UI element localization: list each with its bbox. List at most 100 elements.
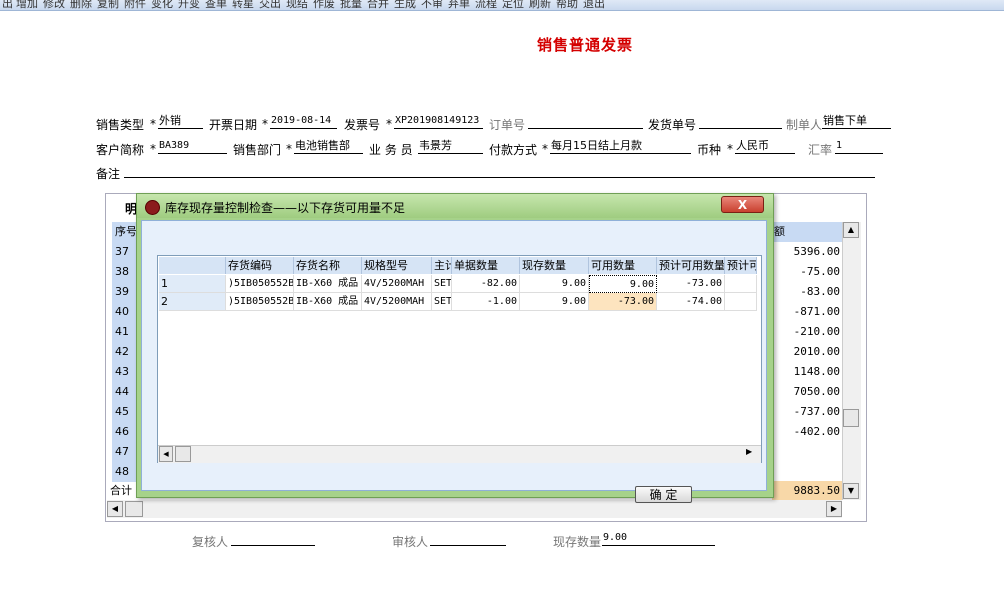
scroll-thumb[interactable] [125,501,143,517]
row-number: 41 [112,322,138,342]
table-cell[interactable]: )5IB050552B [226,275,294,293]
grid-horizontal-scrollbar[interactable]: ◀ ▶ [107,500,842,518]
table-cell[interactable]: -1.00 [452,293,520,311]
table-cell[interactable] [725,275,757,293]
table-cell[interactable]: )5IB050552B [226,293,294,311]
column-header[interactable]: 单据数量 [452,257,520,274]
toolbar-item[interactable]: 作废 [313,0,335,11]
scroll-right-icon[interactable]: ▶ [746,447,752,456]
toolbar-item[interactable]: 附件 [124,0,146,11]
row-amount[interactable]: -210.00 [772,322,842,342]
table-cell[interactable]: -73.00 [589,293,657,311]
table-cell[interactable]: 4V/5200MAH [362,293,432,311]
row-amount[interactable]: 7050.00 [772,382,842,402]
row-amount[interactable]: -75.00 [772,262,842,282]
toolbar-item[interactable]: 查单 [205,0,227,11]
order-no-field[interactable] [528,114,643,129]
row-amount[interactable] [772,462,842,482]
column-header[interactable]: 主计 [432,257,452,274]
salesman-field[interactable]: 韦景芳 [418,139,483,154]
table-cell[interactable]: -82.00 [452,275,520,293]
toolbar-item[interactable]: 删除 [70,0,92,11]
payment-field[interactable]: 每月15日结上月款 [550,139,691,154]
toolbar-item[interactable]: 定位 [502,0,524,11]
required-mark: * [727,142,733,156]
toolbar-item[interactable]: 流程 [475,0,497,11]
shortage-table: ◀ ▶ 存货编码存货名称规格型号主计单据数量现存数量可用数量预计可用数量预计可 1… [157,255,762,463]
toolbar-item[interactable]: 批量 [340,0,362,11]
grid-vertical-scrollbar[interactable]: ▲ ▼ [842,222,861,500]
table-cell[interactable]: 4V/5200MAH [362,275,432,293]
required-mark: * [386,117,392,131]
table-cell[interactable]: 9.00 [520,275,589,293]
toolbar-item[interactable]: 退出 [583,0,605,11]
row-amount[interactable]: -83.00 [772,282,842,302]
scroll-thumb[interactable] [843,409,859,427]
column-header[interactable]: 规格型号 [362,257,432,274]
toolbar-item[interactable]: 修改 [43,0,65,11]
table-cell[interactable]: IB-X60 成品 [294,293,362,311]
row-amount[interactable]: 5396.00 [772,242,842,262]
toolbar-item[interactable]: 增加 [16,0,38,11]
toolbar-item[interactable]: 弃单 [448,0,470,11]
toolbar-item[interactable]: 变化 [151,0,173,11]
toolbar-item[interactable]: 生成 [394,0,416,11]
row-number[interactable]: 2 [159,293,226,311]
toolbar-item[interactable]: 现结 [286,0,308,11]
column-header[interactable] [159,257,226,274]
row-amount[interactable]: -871.00 [772,302,842,322]
table-cell[interactable] [725,293,757,311]
column-header[interactable]: 可用数量 [589,257,657,274]
table-horizontal-scrollbar[interactable]: ◀ ▶ [158,445,761,463]
toolbar-item[interactable]: 合并 [367,0,389,11]
remark-field[interactable] [124,163,875,178]
scroll-down-icon[interactable]: ▼ [843,483,859,499]
table-cell[interactable]: -74.00 [657,293,725,311]
table-cell[interactable]: IB-X60 成品 [294,275,362,293]
toolbar-item[interactable]: 升变 [178,0,200,11]
required-mark: * [150,117,156,131]
delivery-no-field[interactable] [699,114,782,129]
column-header[interactable]: 预计可 [725,257,757,274]
toolbar-item[interactable]: 刷新 [529,0,551,11]
row-amount[interactable]: 2010.00 [772,342,842,362]
scroll-left-icon[interactable]: ◀ [107,501,123,517]
toolbar-item[interactable]: 复制 [97,0,119,11]
row-number[interactable]: 1 [159,275,226,293]
table-cell[interactable]: SET [432,293,452,311]
toolbar-item[interactable]: 不审 [421,0,443,11]
dialog-title: 库存现存量控制检查——以下存货可用量不足 [165,201,406,215]
table-cell[interactable]: 9.00 [589,275,657,293]
toolbar-item[interactable]: 出 [2,0,13,11]
scroll-thumb[interactable] [175,446,191,462]
scroll-up-icon[interactable]: ▲ [843,222,859,238]
ok-button[interactable]: 确 定 [635,486,692,503]
dialog-titlebar[interactable]: 库存现存量控制检查——以下存货可用量不足 X [137,194,773,218]
row-amount[interactable]: 1148.00 [772,362,842,382]
column-header[interactable]: 现存数量 [520,257,589,274]
currency-field[interactable]: 人民币 [735,139,795,154]
table-cell[interactable]: SET [432,275,452,293]
total-amount: 9883.50 [772,481,842,501]
row-amount[interactable]: -737.00 [772,402,842,422]
sale-type-field[interactable]: 外销 [158,114,203,129]
scroll-left-icon[interactable]: ◀ [159,446,173,462]
column-header[interactable]: 存货名称 [294,257,362,274]
customer-field[interactable]: BA389 [158,139,227,154]
row-amount[interactable]: -402.00 [772,422,842,442]
rate-field[interactable]: 1 [835,139,883,154]
table-cell[interactable]: 9.00 [520,293,589,311]
header-seq: 序号 [112,222,138,242]
toolbar-item[interactable]: 交出 [259,0,281,11]
close-icon[interactable]: X [721,196,764,213]
invoice-no-field[interactable]: XP201908149123 [394,114,483,129]
table-cell[interactable]: -73.00 [657,275,725,293]
row-amount[interactable] [772,442,842,462]
toolbar-item[interactable]: 帮助 [556,0,578,11]
scroll-right-icon[interactable]: ▶ [826,501,842,517]
column-header[interactable]: 存货编码 [226,257,294,274]
toolbar-item[interactable]: 转星 [232,0,254,11]
column-header[interactable]: 预计可用数量 [657,257,725,274]
invoice-date-field[interactable]: 2019-08-14 [270,114,337,129]
dept-field[interactable]: 电池销售部 [294,139,363,154]
